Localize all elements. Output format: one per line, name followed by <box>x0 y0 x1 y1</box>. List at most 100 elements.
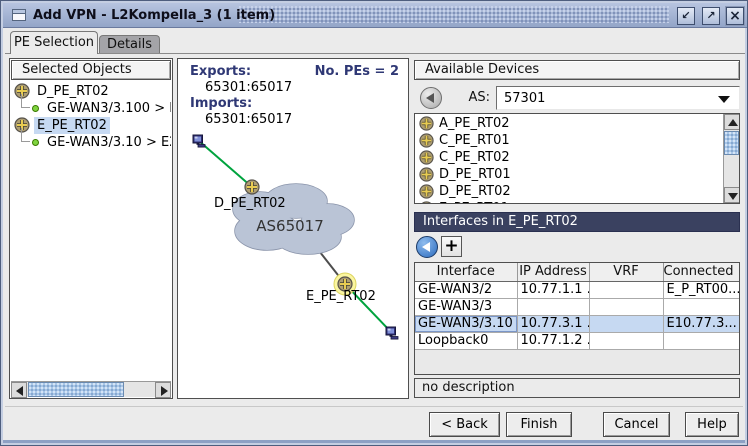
device-list-item[interactable]: D_PE_RT02 <box>415 183 722 200</box>
tab-details[interactable]: Details <box>99 35 160 54</box>
left-arrow-icon <box>426 93 434 103</box>
tree-elbow-connector <box>21 128 30 142</box>
as-label: AS: <box>460 90 490 105</box>
left-arrow-icon <box>422 242 430 252</box>
window-icon <box>12 9 26 21</box>
cell-interface[interactable]: Loopback0 <box>415 332 517 349</box>
cell-interface[interactable]: GE-WAN3/3 <box>415 298 517 315</box>
finish-button[interactable]: Finish <box>506 412 572 437</box>
add-icon[interactable]: + <box>441 236 462 257</box>
horizontal-scrollbar[interactable] <box>11 381 171 397</box>
device-list-item[interactable]: D_PE_RT01 <box>415 166 722 183</box>
tree-item-device[interactable]: D_PE_RT02 <box>11 83 171 100</box>
column-header[interactable]: IP Address <box>517 263 589 281</box>
table-row-selected[interactable]: GE-WAN3/3.10 10.77.3.1 .. E10.77.3... <box>415 315 739 332</box>
device-list-item[interactable]: A_PE_RT02 <box>415 115 722 132</box>
cell-ip[interactable]: 10.77.1.1 . <box>517 281 589 298</box>
column-header[interactable]: Interface <box>415 263 517 281</box>
router-icon <box>419 201 434 204</box>
table-row[interactable]: Loopback0 10.77.1.2 . <box>415 332 739 349</box>
router-icon <box>419 150 434 165</box>
vertical-scrollbar[interactable] <box>723 114 739 203</box>
title-bar-texture <box>239 6 669 23</box>
cell-vrf[interactable] <box>589 281 663 298</box>
cell-ip[interactable]: 10.77.1.2 . <box>517 332 589 349</box>
minimize-icon[interactable]: ↙ <box>677 7 695 25</box>
cell-interface[interactable]: GE-WAN3/3.10 <box>415 315 517 332</box>
footer-separator <box>5 406 743 408</box>
table-header-row: Interface IP Address VRF Connected ... <box>415 263 739 281</box>
as-selector-row: AS: 57301 <box>414 84 740 112</box>
router-icon <box>419 133 434 148</box>
tree-item-device-selected[interactable]: E_PE_RT02 <box>11 117 171 134</box>
collapse-left-button[interactable] <box>420 87 442 109</box>
interfaces-table: Interface IP Address VRF Connected ... G… <box>414 262 740 375</box>
ce-computer-icon[interactable] <box>193 135 205 147</box>
device-name: D_PE_RT01 <box>439 167 511 182</box>
cell-vrf[interactable] <box>589 332 663 349</box>
device-list: A_PE_RT02 C_PE_RT01 C_PE_RT02 D_PE_RT01 … <box>414 113 740 204</box>
available-devices-header: Available Devices <box>414 60 740 80</box>
router-icon <box>419 167 434 182</box>
scrollbar-thumb[interactable] <box>724 131 739 155</box>
scrollbar-thumb[interactable] <box>28 382 124 397</box>
cell-interface[interactable]: GE-WAN3/2 <box>415 281 517 298</box>
device-list-item[interactable]: E_PE_RT01 <box>415 200 722 204</box>
as-combobox-value: 57301 <box>504 91 545 106</box>
cell-connected[interactable]: E10.77.3... <box>663 315 739 332</box>
interface-dot-icon <box>32 105 39 112</box>
help-button[interactable]: Help <box>685 412 739 437</box>
add-vpn-dialog: Add VPN - L2Kompella_3 (1 item) ↙ ↗ × PE… <box>0 0 748 446</box>
table-row[interactable]: GE-WAN3/3 <box>415 298 739 315</box>
device-list-item[interactable]: C_PE_RT01 <box>415 132 722 149</box>
ce-computer-icon[interactable] <box>386 327 398 339</box>
interface-dot-icon <box>32 139 39 146</box>
scroll-down-button[interactable] <box>724 187 740 203</box>
maximize-icon[interactable]: ↗ <box>702 7 720 25</box>
selected-objects-header: Selected Objects <box>11 60 171 80</box>
tab-pe-selection[interactable]: PE Selection <box>10 31 98 54</box>
topology-map: AS65017 D_PE_RT02 E_PE_RT02 <box>178 59 408 398</box>
tree-item-label: D_PE_RT02 <box>34 83 112 100</box>
tree-item-interface[interactable]: GE-WAN3/3.10 > E201. <box>11 134 171 151</box>
tree-item-label: E_PE_RT02 <box>34 117 110 134</box>
pe-router-node-d[interactable] <box>245 180 259 194</box>
router-icon <box>419 116 434 131</box>
cell-ip[interactable] <box>517 298 589 315</box>
cell-connected[interactable] <box>663 298 739 315</box>
cell-ip[interactable]: 10.77.3.1 .. <box>517 315 589 332</box>
cell-vrf[interactable] <box>589 315 663 332</box>
topology-panel: Exports: 65301:65017 No. PEs = 2 Imports… <box>177 58 409 399</box>
selected-objects-tree: D_PE_RT02 GE-WAN3/3.100 > E201 E_PE_RT02… <box>11 83 171 380</box>
selected-objects-panel: Selected Objects D_PE_RT02 GE-WAN3/3.100… <box>9 58 173 399</box>
scroll-up-button[interactable] <box>724 114 740 130</box>
router-icon <box>419 184 434 199</box>
title-bar[interactable]: Add VPN - L2Kompella_3 (1 item) ↙ ↗ × <box>3 3 747 28</box>
available-devices-panel: Available Devices AS: 57301 A_PE_RT02 C_… <box>413 58 741 399</box>
cell-connected[interactable]: E_P_RT00... <box>663 281 739 298</box>
device-name: D_PE_RT02 <box>439 184 511 199</box>
as-cloud-label: AS65017 <box>256 217 324 235</box>
device-name: C_PE_RT01 <box>439 133 510 148</box>
scroll-right-button[interactable] <box>155 382 171 398</box>
column-header[interactable]: VRF <box>589 263 663 281</box>
collapse-left-button-blue[interactable] <box>416 236 438 258</box>
table-row[interactable]: GE-WAN3/2 10.77.1.1 . E_P_RT00... <box>415 281 739 298</box>
cell-connected[interactable] <box>663 332 739 349</box>
device-list-item[interactable]: C_PE_RT02 <box>415 149 722 166</box>
interfaces-toolbar: + <box>414 235 740 259</box>
cancel-button[interactable]: Cancel <box>603 412 670 437</box>
ce-link-line <box>199 141 252 187</box>
cell-vrf[interactable] <box>589 298 663 315</box>
close-icon[interactable]: × <box>726 7 744 25</box>
as-combobox[interactable]: 57301 <box>496 86 740 110</box>
tree-item-interface[interactable]: GE-WAN3/3.100 > E201 <box>11 100 171 117</box>
column-header[interactable]: Connected ... <box>663 263 739 281</box>
device-name: E_PE_RT01 <box>439 201 509 204</box>
tree-elbow-connector <box>21 94 30 108</box>
node-label-d: D_PE_RT02 <box>214 196 286 211</box>
scroll-left-button[interactable] <box>11 382 27 398</box>
node-label-e: E_PE_RT02 <box>306 289 376 304</box>
device-name: C_PE_RT02 <box>439 150 510 165</box>
back-button[interactable]: < Back <box>429 412 500 437</box>
